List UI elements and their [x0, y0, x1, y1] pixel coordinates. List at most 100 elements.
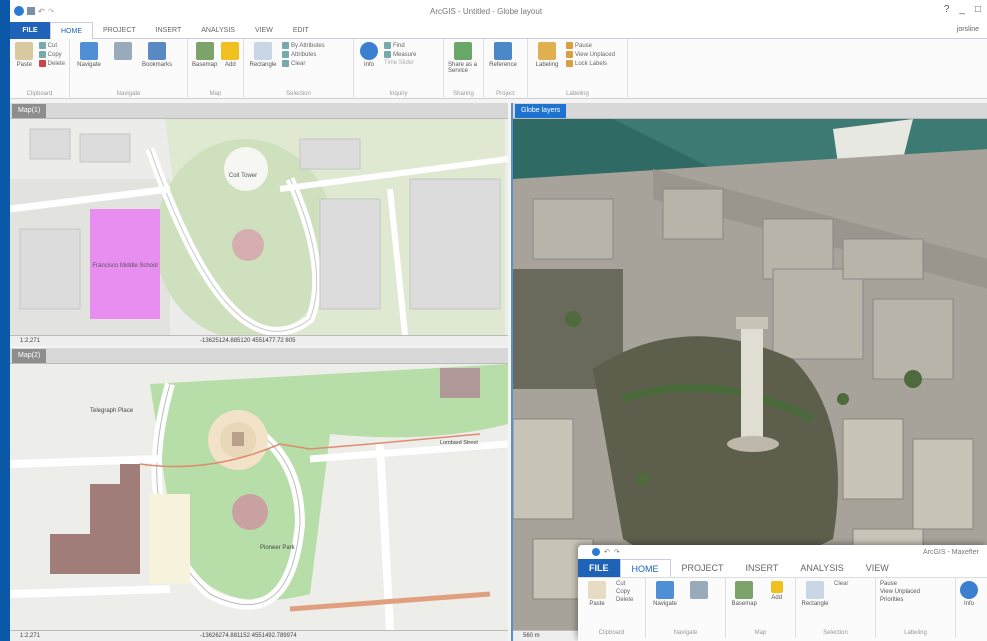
redo-icon[interactable]: ↷: [48, 7, 55, 16]
inset-clear-button[interactable]: Clear: [834, 581, 848, 587]
basemap-button[interactable]: Basemap: [192, 42, 217, 96]
inset-add-button[interactable]: Add: [763, 581, 792, 635]
attributes-label: Attributes: [291, 51, 317, 58]
inset-delete-button[interactable]: Delete: [616, 597, 633, 603]
pause-label: Pause: [575, 42, 593, 49]
lock-icon: [566, 60, 573, 67]
inset-navigate-button[interactable]: Navigate: [650, 581, 680, 635]
tab-home[interactable]: HOME: [50, 21, 93, 39]
inset-copy-button[interactable]: Copy: [616, 589, 633, 595]
inset-cut-button[interactable]: Cut: [616, 581, 633, 587]
inset-select-icon: [806, 581, 824, 599]
park-label: Pioneer Park: [260, 545, 296, 551]
map-view-top[interactable]: Map(1) Coit Tower Francisco Middle Schoo…: [10, 103, 508, 346]
info-button[interactable]: Info: [358, 42, 380, 96]
inset-selection-group: Rectangle Clear Selection: [796, 578, 876, 638]
clipboard-group-label: Clipboard: [26, 91, 53, 97]
navigate-group: Navigate Bookmarks Navigate: [70, 39, 188, 99]
cut-button[interactable]: Cut: [38, 42, 65, 49]
lock-labels-button[interactable]: Lock Labels: [566, 60, 615, 67]
tab-file[interactable]: FILE: [10, 21, 50, 39]
globe-scale[interactable]: 560 m: [523, 631, 540, 641]
inset-labeling-label: Labeling: [904, 630, 927, 636]
pause-button[interactable]: Pause: [566, 42, 615, 49]
inset-zoom-icon: [690, 581, 708, 599]
ribbon: Paste Cut Copy Delete Clipboard Navigate B…: [10, 39, 987, 99]
info-label: Info: [363, 62, 374, 68]
navigate-button[interactable]: Navigate: [74, 42, 104, 96]
cut-label: Cut: [47, 42, 57, 49]
extent-tools[interactable]: [108, 42, 138, 96]
street-label-1: Telegraph Place: [90, 408, 134, 414]
project-group-label: Project: [496, 91, 515, 97]
inset-tab-insert[interactable]: INSERT: [735, 559, 790, 577]
tab-project[interactable]: PROJECT: [93, 22, 146, 39]
tower-building: [232, 432, 244, 446]
clear-selection-button[interactable]: Clear: [282, 60, 325, 67]
reference-button[interactable]: Reference: [488, 42, 518, 96]
rectangle-select-button[interactable]: Rectangle: [248, 42, 278, 96]
tab-view[interactable]: VIEW: [245, 22, 283, 39]
inset-selection-label: Selection: [823, 630, 848, 636]
maximize-icon[interactable]: □: [975, 4, 981, 15]
inset-paste-button[interactable]: Paste: [582, 581, 612, 635]
coit-tower-plaza: [224, 147, 268, 191]
save-icon[interactable]: [27, 7, 35, 15]
inset-tab-file[interactable]: FILE: [578, 559, 620, 577]
add-data-icon: [221, 42, 240, 60]
title-bar: ↶ ↷ ArcGIS - Untitled - Globe layout ? _ □: [10, 0, 987, 22]
inset-extent-tools[interactable]: [684, 581, 714, 635]
navigate-label: Navigate: [77, 62, 101, 68]
help-icon[interactable]: ?: [944, 4, 950, 15]
inset-inquiry-group: Info: [956, 578, 982, 638]
time-slider-button[interactable]: Time Slider: [384, 60, 416, 66]
view-unplaced-button[interactable]: View Unplaced: [566, 51, 615, 58]
delete-label: Delete: [47, 60, 65, 67]
add-data-label: Add: [225, 62, 236, 68]
user-name[interactable]: jorsline: [957, 26, 979, 33]
map-view-bottom[interactable]: Map(2) Telegraph Place Lombard Street Pi…: [10, 348, 508, 641]
project-group: Reference Project: [484, 39, 528, 99]
attributes-button[interactable]: Attributes: [282, 51, 325, 58]
inset-basemap-button[interactable]: Basemap: [730, 581, 759, 635]
map-tab-top[interactable]: Map(1): [12, 104, 47, 118]
share-service-button[interactable]: Share as a Service: [448, 42, 478, 96]
labeling-button[interactable]: Labeling: [532, 42, 562, 96]
find-button[interactable]: Find: [384, 42, 416, 49]
inset-rectangle-label: Rectangle: [801, 601, 829, 607]
inset-tab-home[interactable]: HOME: [619, 559, 671, 577]
paste-button[interactable]: Paste: [14, 42, 35, 96]
inset-clipboard-icon: [588, 581, 606, 599]
delete-button[interactable]: Delete: [38, 60, 65, 67]
map-tab-bottom[interactable]: Map(2): [12, 349, 47, 363]
inset-navigate-icon: [656, 581, 674, 599]
inset-redo-icon[interactable]: ↷: [614, 548, 620, 556]
inset-tab-project[interactable]: PROJECT: [671, 559, 735, 577]
by-attributes-button[interactable]: By Attributes: [282, 42, 325, 49]
bookmark-icon: [148, 42, 166, 60]
tab-edit[interactable]: EDIT: [283, 22, 319, 39]
copy-button[interactable]: Copy: [38, 51, 65, 58]
add-data-button[interactable]: Add: [221, 42, 240, 96]
inset-pause-button[interactable]: Pause: [880, 581, 920, 587]
inset-tab-view[interactable]: VIEW: [855, 559, 900, 577]
tab-insert[interactable]: INSERT: [146, 22, 192, 39]
bookmarks-button[interactable]: Bookmarks: [142, 42, 172, 96]
inset-tab-analysis[interactable]: ANALYSIS: [789, 559, 854, 577]
find-label: Find: [393, 42, 405, 49]
scale-top[interactable]: 1:2,271: [20, 336, 40, 346]
inset-info-button[interactable]: Info: [960, 581, 978, 635]
undo-icon[interactable]: ↶: [38, 7, 45, 16]
view-unplaced-label: View Unplaced: [575, 51, 615, 58]
inset-map-group: Basemap Add Map: [726, 578, 796, 638]
inset-undo-icon[interactable]: ↶: [604, 548, 610, 556]
measure-button[interactable]: Measure: [384, 51, 416, 58]
tab-analysis[interactable]: ANALYSIS: [191, 22, 245, 39]
inset-priorities-button[interactable]: Priorities: [880, 597, 920, 603]
inset-view-unplaced-button[interactable]: View Unplaced: [880, 589, 920, 595]
globe-tab[interactable]: Globe layers: [515, 104, 567, 118]
scale-bottom[interactable]: 1:2,271: [20, 631, 40, 641]
map-status-top: 1:2,271 -13625124.885120 4551477.72 805: [10, 335, 508, 346]
inset-rectangle-button[interactable]: Rectangle: [800, 581, 830, 635]
minimize-icon[interactable]: _: [959, 4, 965, 15]
